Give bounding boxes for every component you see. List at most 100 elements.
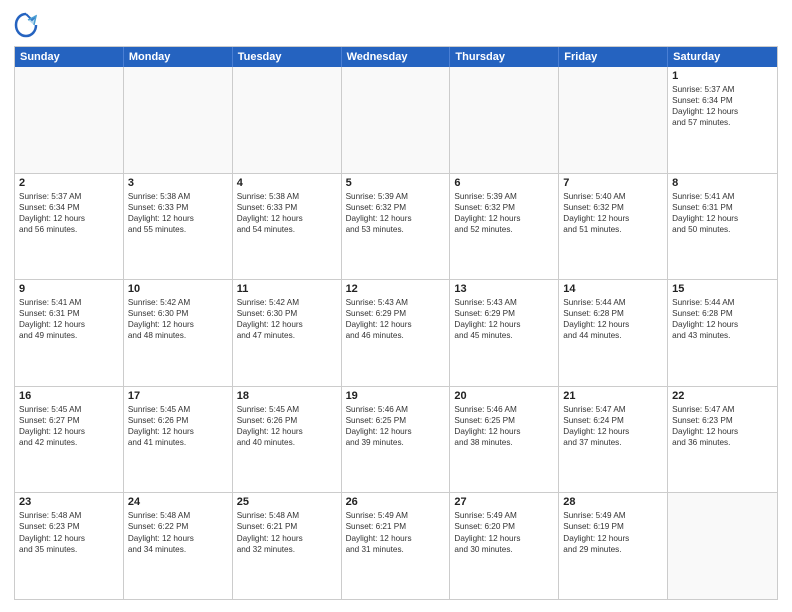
day-cell: 22 Sunrise: 5:47 AM Sunset: 6:23 PM Dayli… xyxy=(668,387,777,493)
day-number: 13 xyxy=(454,283,554,295)
day-number: 8 xyxy=(672,177,773,189)
day-cell: 1 Sunrise: 5:37 AM Sunset: 6:34 PM Daylig… xyxy=(668,67,777,173)
day-info: Sunrise: 5:41 AM Sunset: 6:31 PM Dayligh… xyxy=(672,191,773,235)
day-info: Sunrise: 5:42 AM Sunset: 6:30 PM Dayligh… xyxy=(237,297,337,341)
day-cell: 12 Sunrise: 5:43 AM Sunset: 6:29 PM Dayli… xyxy=(342,280,451,386)
day-info: Sunrise: 5:40 AM Sunset: 6:32 PM Dayligh… xyxy=(563,191,663,235)
day-cell: 20 Sunrise: 5:46 AM Sunset: 6:25 PM Dayli… xyxy=(450,387,559,493)
day-info: Sunrise: 5:49 AM Sunset: 6:21 PM Dayligh… xyxy=(346,510,446,554)
day-cell: 25 Sunrise: 5:48 AM Sunset: 6:21 PM Dayli… xyxy=(233,493,342,599)
day-info: Sunrise: 5:47 AM Sunset: 6:23 PM Dayligh… xyxy=(672,404,773,448)
logo xyxy=(14,12,42,40)
day-cell xyxy=(450,67,559,173)
day-number: 20 xyxy=(454,390,554,402)
day-cell: 4Sunrise: 5:38 AM Sunset: 6:33 PM Daylig… xyxy=(233,174,342,280)
day-cell: 21 Sunrise: 5:47 AM Sunset: 6:24 PM Dayli… xyxy=(559,387,668,493)
day-cell: 27 Sunrise: 5:49 AM Sunset: 6:20 PM Dayli… xyxy=(450,493,559,599)
day-info: Sunrise: 5:38 AM Sunset: 6:33 PM Dayligh… xyxy=(128,191,228,235)
day-info: Sunrise: 5:37 AM Sunset: 6:34 PM Dayligh… xyxy=(672,84,773,128)
day-cell: 11Sunrise: 5:42 AM Sunset: 6:30 PM Dayli… xyxy=(233,280,342,386)
day-cell: 16 Sunrise: 5:45 AM Sunset: 6:27 PM Dayli… xyxy=(15,387,124,493)
day-info: Sunrise: 5:48 AM Sunset: 6:21 PM Dayligh… xyxy=(237,510,337,554)
header xyxy=(14,12,778,40)
day-header-wednesday: Wednesday xyxy=(342,47,451,67)
day-cell: 19 Sunrise: 5:46 AM Sunset: 6:25 PM Dayli… xyxy=(342,387,451,493)
day-info: Sunrise: 5:45 AM Sunset: 6:26 PM Dayligh… xyxy=(237,404,337,448)
day-number: 9 xyxy=(19,283,119,295)
day-number: 27 xyxy=(454,496,554,508)
day-cell: 26 Sunrise: 5:49 AM Sunset: 6:21 PM Dayli… xyxy=(342,493,451,599)
week-row-2: 2 Sunrise: 5:37 AM Sunset: 6:34 PM Daylig… xyxy=(15,174,777,281)
day-cell xyxy=(668,493,777,599)
day-cell: 24 Sunrise: 5:48 AM Sunset: 6:22 PM Dayli… xyxy=(124,493,233,599)
day-info: Sunrise: 5:38 AM Sunset: 6:33 PM Dayligh… xyxy=(237,191,337,235)
day-cell: 17Sunrise: 5:45 AM Sunset: 6:26 PM Dayli… xyxy=(124,387,233,493)
day-number: 25 xyxy=(237,496,337,508)
day-cell: 6 Sunrise: 5:39 AM Sunset: 6:32 PM Daylig… xyxy=(450,174,559,280)
day-number: 26 xyxy=(346,496,446,508)
calendar: SundayMondayTuesdayWednesdayThursdayFrid… xyxy=(14,46,778,600)
day-number: 18 xyxy=(237,390,337,402)
day-header-friday: Friday xyxy=(559,47,668,67)
week-row-1: 1 Sunrise: 5:37 AM Sunset: 6:34 PM Daylig… xyxy=(15,67,777,174)
day-header-tuesday: Tuesday xyxy=(233,47,342,67)
day-cell: 13 Sunrise: 5:43 AM Sunset: 6:29 PM Dayli… xyxy=(450,280,559,386)
day-number: 2 xyxy=(19,177,119,189)
day-info: Sunrise: 5:49 AM Sunset: 6:19 PM Dayligh… xyxy=(563,510,663,554)
day-cell xyxy=(559,67,668,173)
day-number: 19 xyxy=(346,390,446,402)
day-info: Sunrise: 5:46 AM Sunset: 6:25 PM Dayligh… xyxy=(454,404,554,448)
day-info: Sunrise: 5:39 AM Sunset: 6:32 PM Dayligh… xyxy=(346,191,446,235)
day-number: 24 xyxy=(128,496,228,508)
day-cell: 23 Sunrise: 5:48 AM Sunset: 6:23 PM Dayli… xyxy=(15,493,124,599)
day-number: 21 xyxy=(563,390,663,402)
day-info: Sunrise: 5:43 AM Sunset: 6:29 PM Dayligh… xyxy=(346,297,446,341)
day-info: Sunrise: 5:43 AM Sunset: 6:29 PM Dayligh… xyxy=(454,297,554,341)
day-info: Sunrise: 5:39 AM Sunset: 6:32 PM Dayligh… xyxy=(454,191,554,235)
day-number: 12 xyxy=(346,283,446,295)
day-cell xyxy=(233,67,342,173)
day-number: 23 xyxy=(19,496,119,508)
day-cell: 9 Sunrise: 5:41 AM Sunset: 6:31 PM Daylig… xyxy=(15,280,124,386)
day-number: 5 xyxy=(346,177,446,189)
day-info: Sunrise: 5:44 AM Sunset: 6:28 PM Dayligh… xyxy=(563,297,663,341)
day-info: Sunrise: 5:48 AM Sunset: 6:22 PM Dayligh… xyxy=(128,510,228,554)
week-row-3: 9 Sunrise: 5:41 AM Sunset: 6:31 PM Daylig… xyxy=(15,280,777,387)
logo-icon xyxy=(14,12,38,40)
day-number: 17 xyxy=(128,390,228,402)
day-number: 22 xyxy=(672,390,773,402)
day-cell: 28 Sunrise: 5:49 AM Sunset: 6:19 PM Dayli… xyxy=(559,493,668,599)
week-row-4: 16 Sunrise: 5:45 AM Sunset: 6:27 PM Dayli… xyxy=(15,387,777,494)
day-number: 28 xyxy=(563,496,663,508)
day-info: Sunrise: 5:49 AM Sunset: 6:20 PM Dayligh… xyxy=(454,510,554,554)
day-info: Sunrise: 5:41 AM Sunset: 6:31 PM Dayligh… xyxy=(19,297,119,341)
day-number: 15 xyxy=(672,283,773,295)
day-number: 10 xyxy=(128,283,228,295)
day-cell: 3 Sunrise: 5:38 AM Sunset: 6:33 PM Daylig… xyxy=(124,174,233,280)
day-cell: 18 Sunrise: 5:45 AM Sunset: 6:26 PM Dayli… xyxy=(233,387,342,493)
day-number: 14 xyxy=(563,283,663,295)
day-cell: 15 Sunrise: 5:44 AM Sunset: 6:28 PM Dayli… xyxy=(668,280,777,386)
day-number: 7 xyxy=(563,177,663,189)
day-header-sunday: Sunday xyxy=(15,47,124,67)
day-info: Sunrise: 5:46 AM Sunset: 6:25 PM Dayligh… xyxy=(346,404,446,448)
day-cell xyxy=(124,67,233,173)
week-row-5: 23 Sunrise: 5:48 AM Sunset: 6:23 PM Dayli… xyxy=(15,493,777,599)
day-number: 16 xyxy=(19,390,119,402)
day-header-thursday: Thursday xyxy=(450,47,559,67)
day-info: Sunrise: 5:42 AM Sunset: 6:30 PM Dayligh… xyxy=(128,297,228,341)
day-info: Sunrise: 5:44 AM Sunset: 6:28 PM Dayligh… xyxy=(672,297,773,341)
day-number: 3 xyxy=(128,177,228,189)
day-info: Sunrise: 5:48 AM Sunset: 6:23 PM Dayligh… xyxy=(19,510,119,554)
day-cell xyxy=(15,67,124,173)
day-cell xyxy=(342,67,451,173)
day-info: Sunrise: 5:37 AM Sunset: 6:34 PM Dayligh… xyxy=(19,191,119,235)
day-cell: 8 Sunrise: 5:41 AM Sunset: 6:31 PM Daylig… xyxy=(668,174,777,280)
day-info: Sunrise: 5:45 AM Sunset: 6:27 PM Dayligh… xyxy=(19,404,119,448)
day-number: 6 xyxy=(454,177,554,189)
day-number: 1 xyxy=(672,70,773,82)
day-cell: 7 Sunrise: 5:40 AM Sunset: 6:32 PM Daylig… xyxy=(559,174,668,280)
page: SundayMondayTuesdayWednesdayThursdayFrid… xyxy=(0,0,792,612)
day-info: Sunrise: 5:47 AM Sunset: 6:24 PM Dayligh… xyxy=(563,404,663,448)
day-cell: 5 Sunrise: 5:39 AM Sunset: 6:32 PM Daylig… xyxy=(342,174,451,280)
